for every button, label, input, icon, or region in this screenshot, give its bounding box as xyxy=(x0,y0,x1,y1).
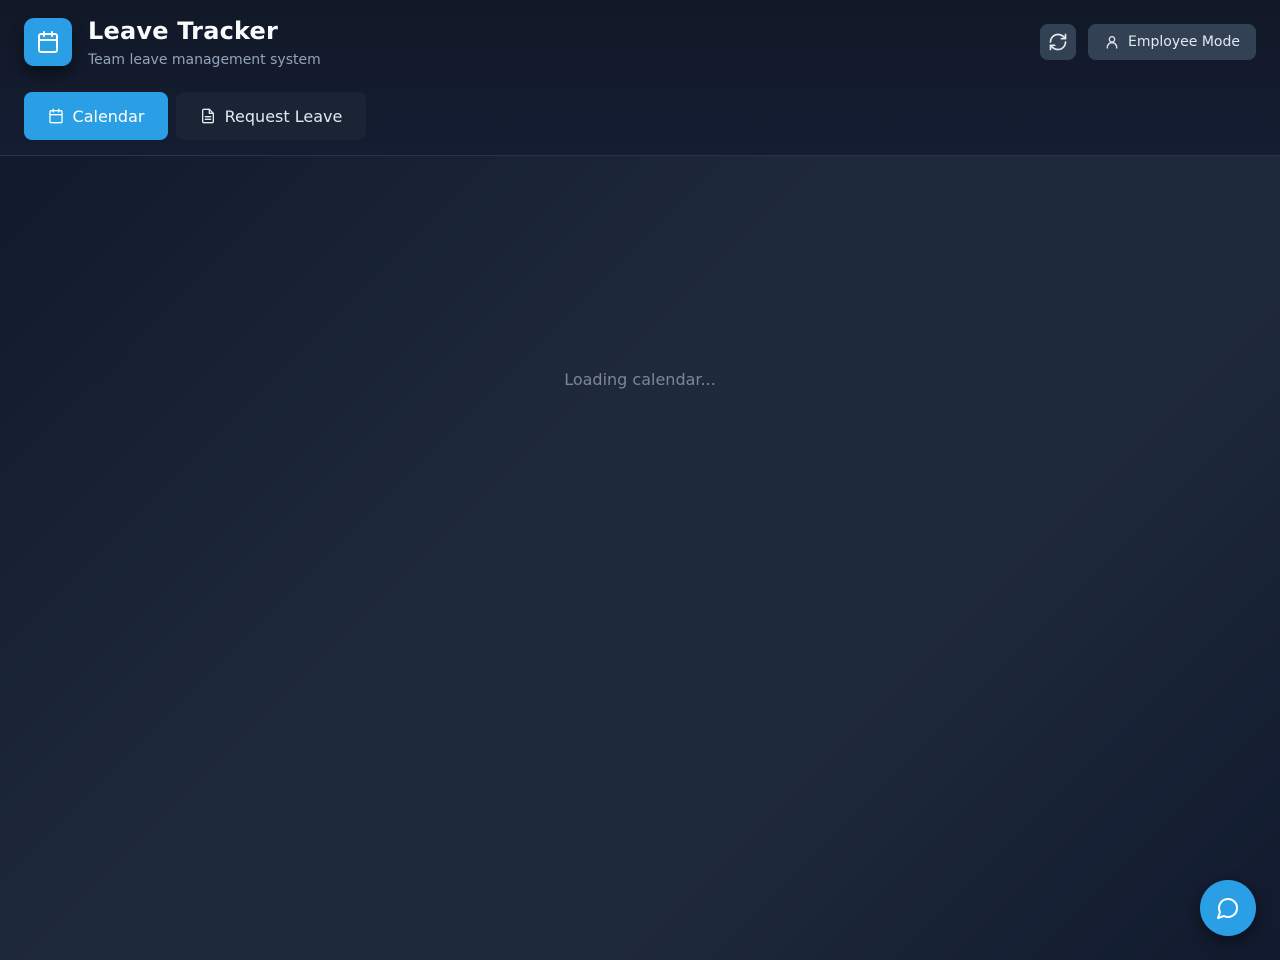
chat-bubble-icon xyxy=(1216,896,1240,920)
tab-calendar[interactable]: Calendar xyxy=(24,92,168,140)
document-icon xyxy=(200,108,216,124)
brand: Leave Tracker Team leave management syst… xyxy=(24,16,321,70)
app-title: Leave Tracker xyxy=(88,17,279,45)
tab-request-leave[interactable]: Request Leave xyxy=(176,92,366,140)
loading-status: Loading calendar... xyxy=(564,370,716,389)
refresh-icon xyxy=(1048,32,1068,52)
app-header: Leave Tracker Team leave management syst… xyxy=(0,0,1280,156)
employee-mode-button[interactable]: Employee Mode xyxy=(1088,24,1256,60)
calendar-icon xyxy=(48,108,64,124)
brand-text: Leave Tracker Team leave management syst… xyxy=(88,16,321,70)
app-subtitle: Team leave management system xyxy=(88,52,321,68)
refresh-button[interactable] xyxy=(1040,24,1076,60)
calendar-icon xyxy=(36,30,60,54)
chat-button[interactable] xyxy=(1200,880,1256,936)
user-icon xyxy=(1104,34,1120,50)
tab-calendar-label: Calendar xyxy=(72,106,145,126)
tab-request-leave-label: Request Leave xyxy=(224,106,343,126)
employee-mode-label: Employee Mode xyxy=(1128,34,1240,50)
main-tabs: Calendar Request Leave xyxy=(24,92,366,140)
app-logo xyxy=(24,18,72,66)
